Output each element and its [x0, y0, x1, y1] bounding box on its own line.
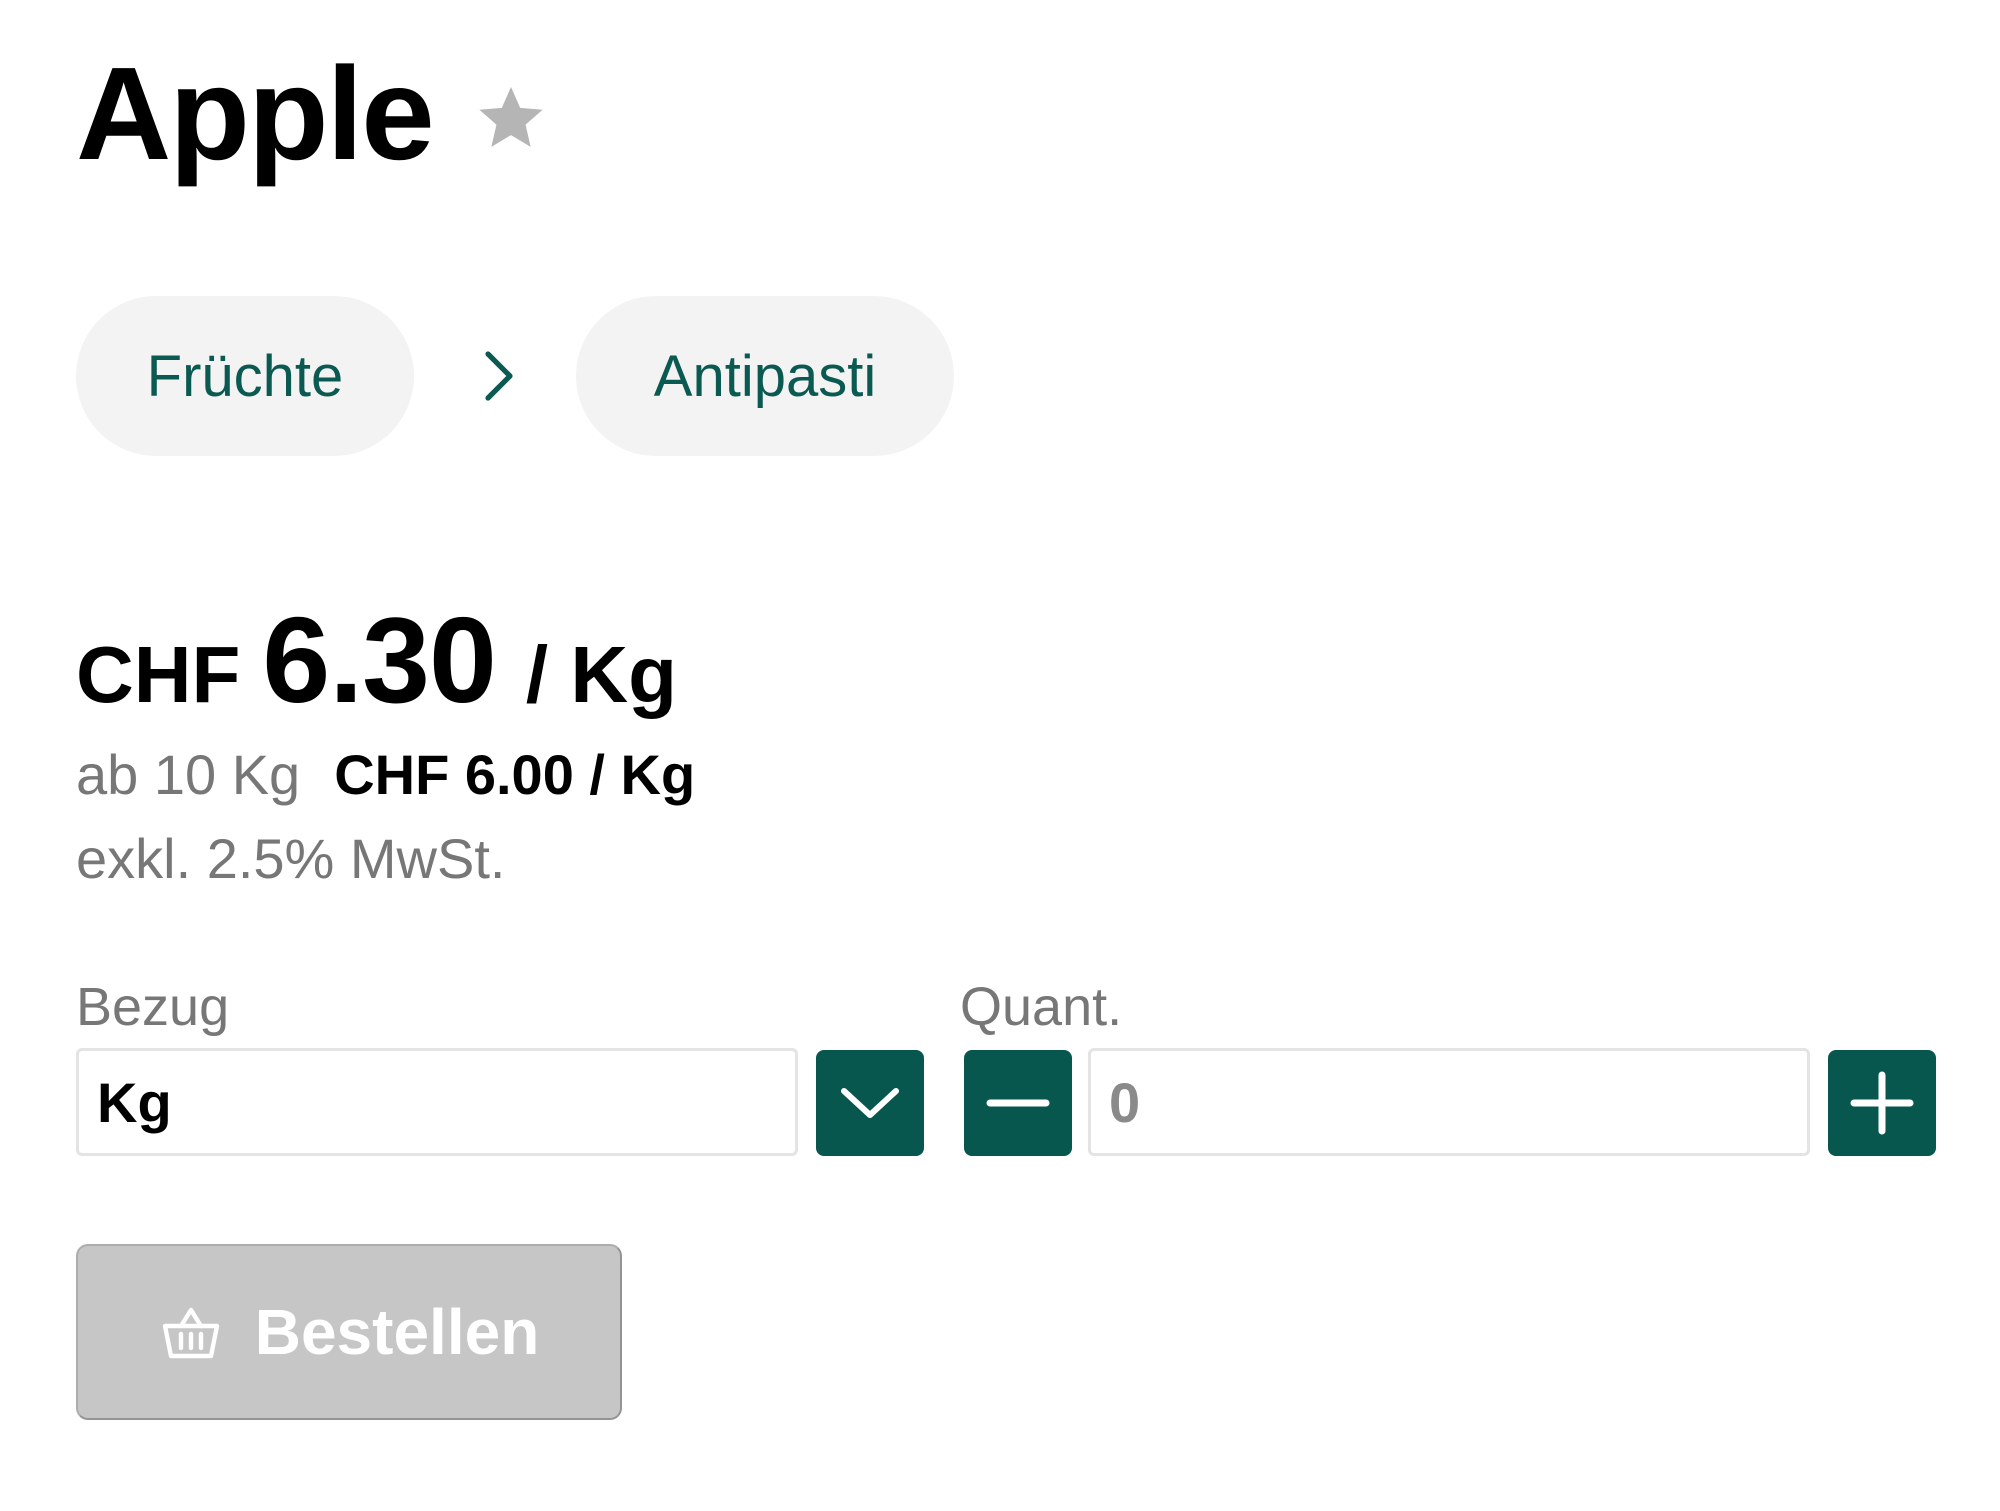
- quantity-input[interactable]: 0: [1088, 1048, 1810, 1156]
- price-amount: 6.30: [262, 592, 496, 728]
- unit-select[interactable]: Kg: [76, 1048, 798, 1156]
- order-button-label: Bestellen: [254, 1296, 540, 1368]
- unit-label: Bezug: [76, 977, 230, 1037]
- vat-note: exkl. 2.5% MwSt.: [76, 827, 506, 890]
- tier-price-row: ab 10 Kg CHF 6.00 / Kg: [76, 742, 695, 807]
- product-title: Apple: [76, 40, 435, 187]
- unit-dropdown-button[interactable]: [816, 1050, 924, 1156]
- title-row: Apple: [76, 48, 549, 180]
- quantity-increase-button[interactable]: [1828, 1050, 1936, 1156]
- minus-icon: [986, 1099, 1050, 1107]
- quantity-decrease-button[interactable]: [964, 1050, 1072, 1156]
- price-currency: CHF: [76, 630, 241, 719]
- star-icon[interactable]: [473, 80, 549, 156]
- tier-label: ab 10 Kg: [76, 743, 301, 806]
- plus-icon: [1850, 1071, 1914, 1135]
- price-unit: / Kg: [525, 630, 677, 719]
- basket-icon: [162, 1307, 219, 1359]
- order-button[interactable]: Bestellen: [76, 1244, 622, 1420]
- quantity-label: Quant.: [960, 977, 1123, 1037]
- tier-price: CHF 6.00 / Kg: [334, 743, 696, 806]
- chevron-right-icon: [485, 351, 513, 401]
- price-main: CHF 6.30 / Kg: [76, 590, 677, 730]
- product-detail: Apple Früchte Antipasti CHF 6.30 / Kg ab…: [0, 0, 2000, 1511]
- breadcrumb: Früchte Antipasti: [76, 296, 954, 456]
- breadcrumb-chip-fruechte[interactable]: Früchte: [76, 296, 414, 456]
- breadcrumb-chip-antipasti[interactable]: Antipasti: [576, 296, 954, 456]
- chevron-down-icon: [841, 1088, 899, 1118]
